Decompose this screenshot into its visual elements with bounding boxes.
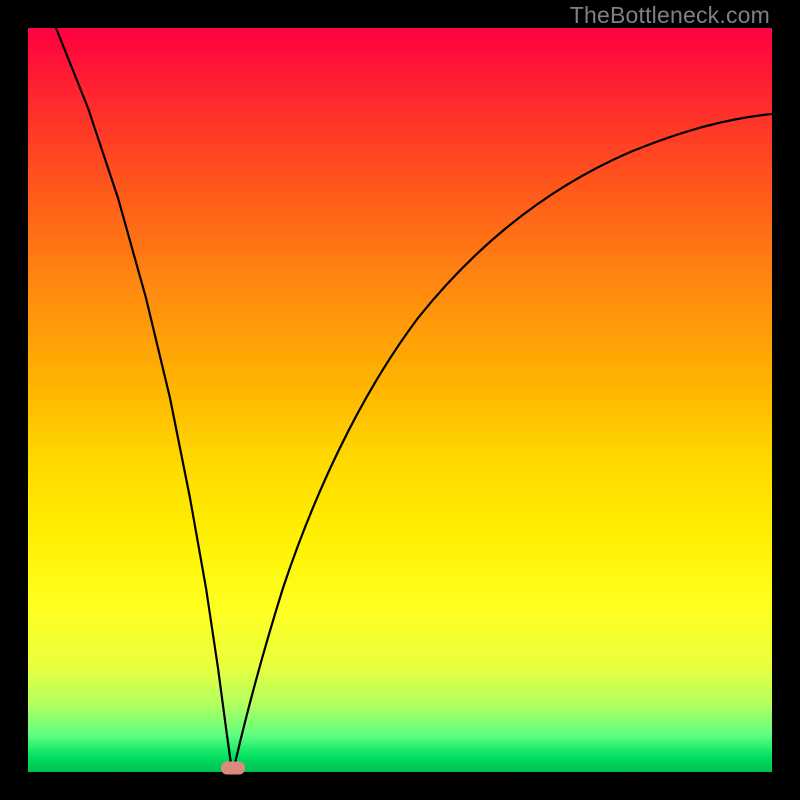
chart-frame: TheBottleneck.com <box>0 0 800 800</box>
minimum-marker <box>221 762 245 775</box>
curve-right-branch <box>233 114 772 772</box>
curve-left-branch <box>56 28 233 772</box>
bottleneck-curve <box>28 28 772 772</box>
plot-area <box>28 28 772 772</box>
watermark-text: TheBottleneck.com <box>570 2 770 29</box>
